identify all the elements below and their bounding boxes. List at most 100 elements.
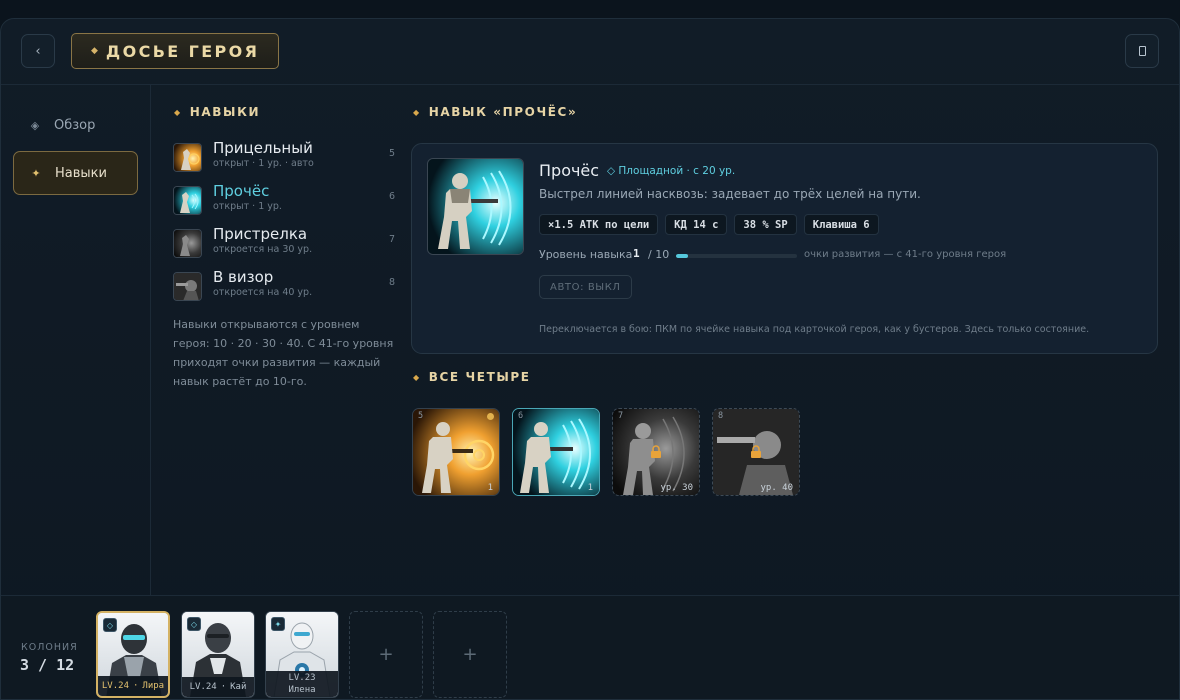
sidebar: ◈ Обзор ✦ Навыки [1,85,151,595]
section-title-text: НАВЫК «ПРОЧЁС» [428,105,578,119]
back-button[interactable]: ‹ [21,34,55,68]
back-icon: ‹ [35,43,41,59]
skill-item-pricelny[interactable]: Прицельный открыт · 1 ур. · авто 5 [173,139,395,175]
skills-unlock-note: Навыки открываются с уровнем героя: 10 ·… [173,318,394,388]
diamond-icon: ◆ [413,372,421,382]
skill-status: открыт · 1 ур. · авто [213,158,314,169]
skill-thumbnail-cyan [173,186,202,215]
diamond-icon: ◆ [174,107,182,117]
hero-card-lira[interactable]: ◇ LV.24 · Лира [96,611,170,698]
hero-level: LV.24 [101,681,129,691]
skill-hotkey-number: 7 [388,234,395,245]
stat-chip-sp-cost: 38 % SP [734,214,797,235]
skill-thumbnail-gray [173,272,202,301]
skill-hotkey-number: 5 [388,148,395,159]
active-indicator-dot [487,413,494,420]
stat-chip-cooldown: КД 14 с [665,214,728,235]
window-toggle-button[interactable] [1125,34,1159,68]
sidebar-item-label: Обзор [54,117,96,133]
skill-name: Пристрелка [213,225,308,243]
skill-thumbnail-orange [173,143,202,172]
colony-label: КОЛОНИЯ [21,642,78,653]
stat-chip-hotkey: Клавиша 6 [803,214,879,235]
skill-level-progress [676,254,797,258]
page-title: ДОСЬЕ ГЕРОЯ [105,41,260,61]
hero-class-icon: ◇ [103,618,117,632]
diamond-icon: ◆ [91,46,98,56]
section-title-text: ВСЕ ЧЕТЫРЕ [428,370,531,384]
skill-detail-card: Прочёс ◇ Площадной · с 20 ур. Выстрел ли… [411,143,1158,354]
tile-unlock-level: ур. 30 [660,483,693,493]
skill-name: В визор [213,268,274,286]
hero-label: LV.24 · Лира [98,676,168,696]
tile-unlock-level: ур. 40 [760,483,793,493]
skills-star-icon: ✦ [31,166,41,180]
skill-type-tag: ◇ Площадной · с 20 ур. [607,165,736,177]
dossier-window: ‹ ◆ ДОСЬЕ ГЕРОЯ ◈ Обзор ✦ Навыки ◆ НАВЫКИ… [0,18,1180,700]
separator: · [220,682,227,692]
sidebar-item-label: Навыки [55,165,107,181]
hero-level: LV.23 [288,673,316,683]
skill-item-prochyos[interactable]: Прочёс открыт · 1 ур. 6 [173,182,395,218]
skill-tile-8-locked[interactable]: 8 ур. 40 [712,408,800,496]
diamond-icon: ◆ [413,107,421,117]
empty-hero-slot[interactable]: + [349,611,423,698]
skill-name-heading: Прочёс [539,161,600,180]
separator: · [132,681,139,691]
skill-item-v-vizor[interactable]: В визор откроется на 40 ур. 8 [173,268,395,304]
skill-tile-7-locked[interactable]: 7 ур. 30 [612,408,700,496]
skill-name: Прицельный [213,139,313,157]
skill-artwork [427,158,524,255]
skill-name: Прочёс [213,182,270,200]
hero-card-ilena[interactable]: ✦ LV.23 Илена [265,611,339,698]
window-icon [1138,46,1146,56]
skill-status: откроется на 40 ур. [213,287,313,298]
overview-icon: ◈ [30,118,40,132]
tile-number: 6 [518,411,524,421]
skill-level-progress-fill [676,254,689,258]
hero-level: LV.24 [189,682,217,692]
hero-card-kai[interactable]: ◇ LV.24 · Кай [181,611,255,698]
colony-count: 3 / 12 [20,656,75,674]
sidebar-item-skills[interactable]: ✦ Навыки [13,151,138,195]
skill-tile-6[interactable]: 6 1 [512,408,600,496]
sidebar-item-overview[interactable]: ◈ Обзор [13,103,138,147]
hero-name: Лира [142,681,165,691]
hero-label: LV.23 Илена [266,671,338,697]
title-plate: ◆ ДОСЬЕ ГЕРОЯ [71,33,280,69]
tile-number: 8 [718,411,724,421]
skill-item-pristrelka[interactable]: Пристрелка откроется на 30 ур. 7 [173,225,395,261]
skill-level-max: / 10 [648,248,670,261]
skills-section-title: ◆ НАВЫКИ [174,105,260,119]
skill-status: откроется на 30 ур. [213,244,313,255]
hero-class-icon: ✦ [271,617,285,631]
skill-stats-chips: ×1.5 АТК по цели КД 14 с 38 % SP Клавиша… [539,214,879,235]
tile-level: 1 [487,483,493,493]
skill-card-footnote: Переключается в бою: ПКМ по ячейке навык… [539,324,1090,335]
skill-hotkey-number: 8 [388,277,395,288]
stat-chip-damage: ×1.5 АТК по цели [539,214,659,235]
tile-number: 7 [618,411,624,421]
lock-icon [651,445,661,458]
skill-description: Выстрел линией насквозь: задевает до трё… [539,187,921,201]
skill-hotkey-number: 6 [388,191,395,202]
section-title-text: НАВЫКИ [189,105,261,119]
all-four-section-title: ◆ ВСЕ ЧЕТЫРЕ [413,370,531,384]
hero-name: Илена [288,685,316,695]
colony-roster-bar: КОЛОНИЯ 3 / 12 ◇ LV.24 · Лира ◇ LV.24 · Кай … [1,595,1179,699]
skill-level-label: Уровень навыка [539,248,633,261]
tile-level: 1 [587,483,593,493]
skill-tile-5[interactable]: 5 1 [412,408,500,496]
skill-detail-title: ◆ НАВЫК «ПРОЧЁС» [413,105,577,119]
empty-hero-slot[interactable]: + [433,611,507,698]
hero-label: LV.24 · Кай [182,677,254,697]
skill-level-current: 1 [633,247,640,260]
skill-thumbnail-gray [173,229,202,258]
lock-icon [751,445,761,458]
header-bar: ‹ ◆ ДОСЬЕ ГЕРОЯ [1,19,1179,85]
auto-toggle-button[interactable]: АВТО: ВЫКЛ [539,275,632,299]
tile-number: 5 [418,411,424,421]
skill-status: открыт · 1 ур. [213,201,282,212]
skill-level-hint: очки развития — с 41-го уровня героя [804,249,1007,260]
hero-name: Кай [230,682,247,692]
